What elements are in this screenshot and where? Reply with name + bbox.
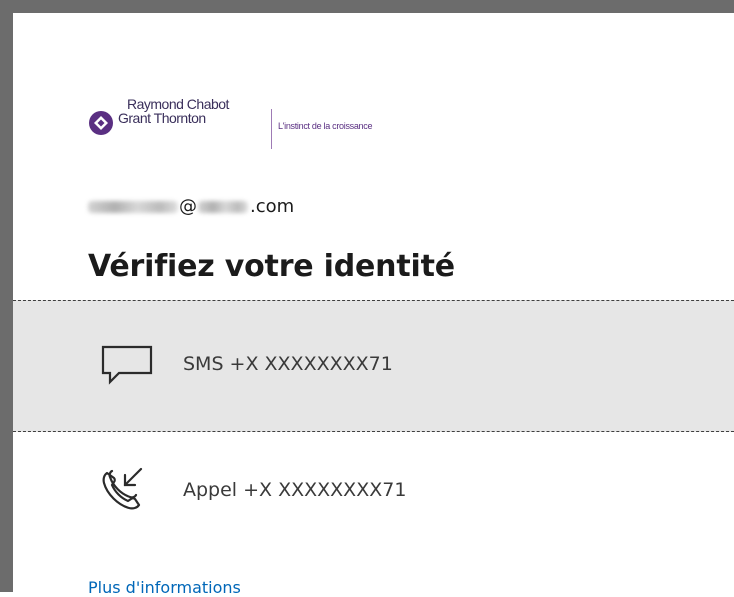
redacted-email-local-part xyxy=(88,200,178,213)
logo-tagline: L'instinct de la croissance xyxy=(278,121,373,131)
logo-divider xyxy=(271,109,272,149)
page-title: Vérifiez votre identité xyxy=(88,249,455,284)
sms-chat-icon xyxy=(101,345,153,385)
sign-in-card: Raymond Chabot Grant Thornton L'instinct… xyxy=(13,13,734,597)
email-at-sign: @ xyxy=(179,196,197,217)
phone-call-icon xyxy=(102,467,143,510)
account-email: @ .com xyxy=(88,196,294,217)
logo-name-line2: Grant Thornton xyxy=(118,110,206,126)
logo-name-line1: Raymond Chabot xyxy=(127,96,229,112)
sms-option-label: SMS +X XXXXXXXX71 xyxy=(183,353,393,375)
verify-option-sms[interactable]: SMS +X XXXXXXXX71 xyxy=(13,300,734,432)
redacted-email-domain xyxy=(198,200,248,213)
logo-mark-icon xyxy=(89,111,113,135)
logo-company-name: Raymond Chabot Grant Thornton xyxy=(118,97,229,125)
verify-option-call[interactable]: Appel +X XXXXXXXX71 xyxy=(13,433,734,543)
call-option-label: Appel +X XXXXXXXX71 xyxy=(183,479,407,501)
more-information-link[interactable]: Plus d'informations xyxy=(88,578,241,597)
email-tld: .com xyxy=(250,196,295,217)
